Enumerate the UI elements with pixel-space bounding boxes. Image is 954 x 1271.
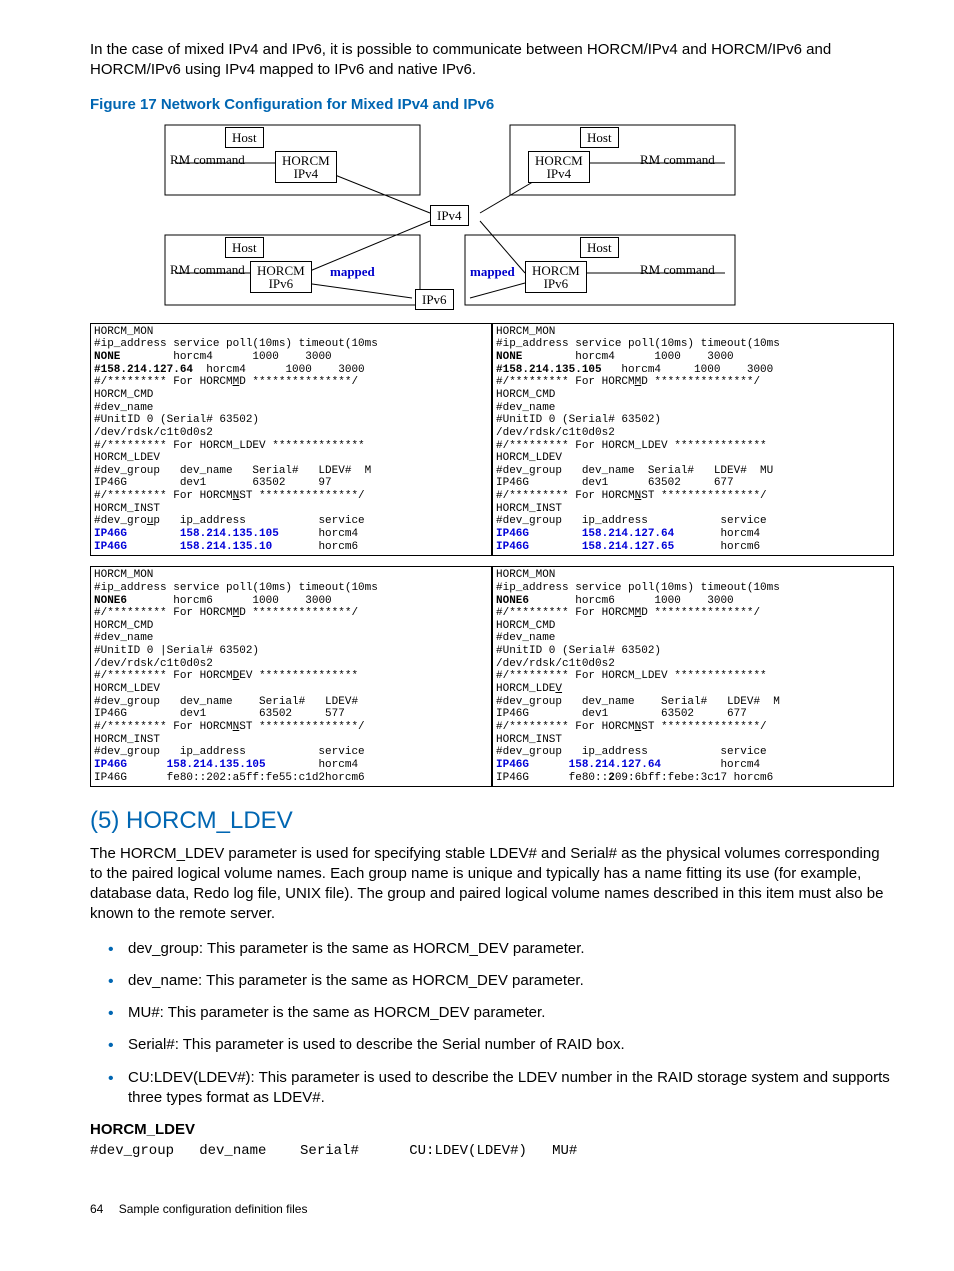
rm-command-label: RM command [170,151,245,169]
horcm-ipv4-box: HORCM IPv4 [275,151,337,183]
config-top-left: HORCM_MON #ip_address service poll(10ms)… [90,323,492,557]
bullet-list: dev_group: This parameter is the same as… [90,939,894,1109]
horcm-ipv6-box: HORCM IPv6 [250,261,312,293]
config-bottom-left: HORCM_MON #ip_address service poll(10ms)… [90,566,492,787]
network-diagram: Host RM command HORCM IPv4 Host RM comma… [130,123,894,307]
list-item: dev_name: This parameter is the same as … [128,971,894,991]
ipv6-text: IPv6 [269,276,294,291]
ipv4-center-box: IPv4 [430,205,469,227]
list-item: MU#: This parameter is the same as HORCM… [128,1003,894,1023]
ipv6-text: IPv6 [544,276,569,291]
config-grid-bottom: HORCM_MON #ip_address service poll(10ms)… [90,566,894,787]
rm-command-label: RM command [640,151,715,169]
intro-paragraph: In the case of mixed IPv4 and IPv6, it i… [90,40,894,81]
host-label: Host [580,127,619,149]
list-item: Serial#: This parameter is used to descr… [128,1035,894,1055]
page-number: 64 [90,1201,103,1217]
config-bottom-right: HORCM_MON #ip_address service poll(10ms)… [492,566,894,787]
mapped-label: mapped [330,263,375,281]
section-body: The HORCM_LDEV parameter is used for spe… [90,844,894,925]
host-label: Host [225,127,264,149]
rm-command-label: RM command [640,261,715,279]
horcm-ipv6-box: HORCM IPv6 [525,261,587,293]
ipv6-center-box: IPv6 [415,289,454,311]
footer-title: Sample configuration definition files [119,1202,308,1216]
horcm-ipv4-box: HORCM IPv4 [528,151,590,183]
list-item: dev_group: This parameter is the same as… [128,939,894,959]
config-grid-top: HORCM_MON #ip_address service poll(10ms)… [90,323,894,557]
ipv4-text: IPv4 [294,166,319,181]
code-line: #dev_group dev_name Serial# CU:LDEV(LDEV… [90,1142,894,1161]
host-label: Host [580,237,619,259]
config-top-right: HORCM_MON #ip_address service poll(10ms)… [492,323,894,557]
ipv4-text: IPv4 [547,166,572,181]
horcm-ldev-label: HORCM_LDEV [90,1120,894,1140]
mapped-label: mapped [470,263,515,281]
list-item: CU:LDEV(LDEV#): This parameter is used t… [128,1068,894,1109]
figure-caption: Figure 17 Network Configuration for Mixe… [90,95,894,115]
rm-command-label: RM command [170,261,245,279]
page-footer: 64 Sample configuration definition files [90,1201,894,1217]
host-label: Host [225,237,264,259]
section-heading: (5) HORCM_LDEV [90,805,894,837]
